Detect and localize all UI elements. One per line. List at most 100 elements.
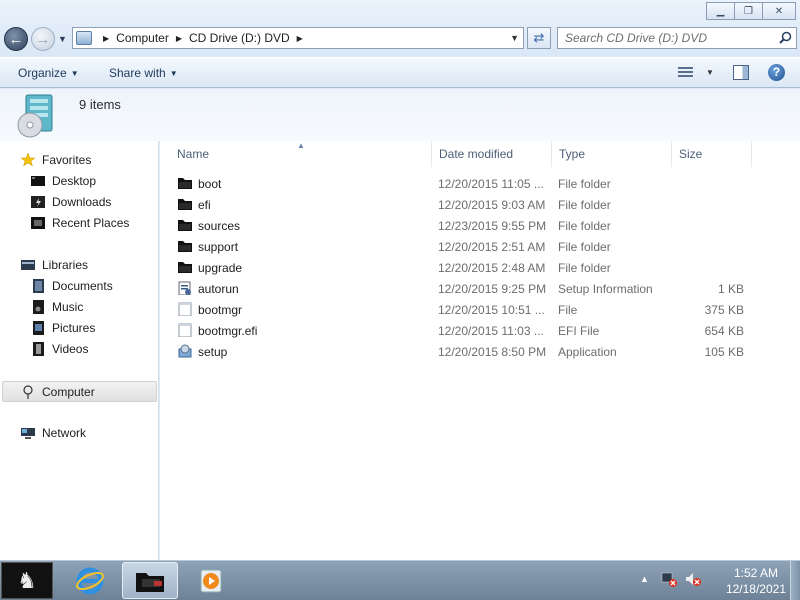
nav-libraries[interactable]: Libraries (20, 255, 88, 275)
arrow-right-icon: → (35, 30, 51, 48)
breadcrumb-computer[interactable]: Computer (116, 31, 169, 45)
file-type: Application (558, 345, 617, 359)
nav-label: Desktop (52, 174, 97, 188)
nav-downloads[interactable]: Downloads (30, 192, 111, 212)
libraries-icon (21, 260, 35, 270)
file-row[interactable]: efi 12/20/2015 9:03 AM File folder (170, 194, 780, 215)
search-box[interactable] (557, 27, 797, 49)
start-icon: ♞ (17, 567, 37, 593)
media-player-icon (200, 569, 222, 592)
column-header-size[interactable]: Size (672, 141, 752, 167)
back-button[interactable]: ← (4, 27, 28, 51)
desktop-icon (31, 176, 45, 186)
column-header-date[interactable]: Date modified (432, 141, 552, 167)
file-name: support (198, 240, 239, 254)
file-name: efi (198, 198, 211, 212)
network-status-icon[interactable] (661, 571, 677, 587)
taskbar-windows-explorer[interactable] (122, 562, 178, 599)
setup-app-icon (178, 344, 192, 358)
file-row[interactable]: boot 12/20/2015 11:05 ... File folder (170, 173, 780, 194)
nav-pictures[interactable]: Pictures (30, 318, 95, 338)
column-header-label: Size (679, 147, 703, 161)
start-button[interactable]: ♞ (1, 562, 53, 599)
nav-network[interactable]: Network (20, 423, 86, 443)
taskbar-internet-explorer[interactable] (62, 562, 118, 599)
address-dropdown-icon[interactable]: ▼ (510, 33, 519, 43)
file-type: File folder (558, 261, 611, 275)
nav-computer[interactable]: Computer (2, 381, 157, 402)
nav-videos[interactable]: Videos (30, 339, 88, 359)
pictures-icon (33, 321, 44, 335)
search-input[interactable] (558, 28, 768, 48)
file-name: upgrade (198, 261, 243, 275)
help-button[interactable]: ? (768, 64, 785, 81)
minimize-button[interactable]: ▁ (706, 2, 735, 20)
nav-label: Network (42, 426, 87, 440)
nav-documents[interactable]: Documents (30, 276, 113, 296)
file-row[interactable]: bootmgr.efi 12/20/2015 11:03 ... EFI File 6… (170, 320, 780, 341)
refresh-button[interactable]: ⇄ (527, 27, 551, 49)
nav-label: Favorites (42, 153, 92, 167)
file-type: EFI File (558, 324, 600, 338)
column-header-label: Type (559, 147, 586, 161)
volume-muted-icon[interactable] (685, 571, 701, 587)
show-hidden-icons-button[interactable]: ▲ (640, 574, 649, 584)
forward-button[interactable]: → (31, 27, 55, 51)
file-date-modified: 12/20/2015 8:50 PM (438, 345, 547, 359)
restore-button[interactable]: ❐ (734, 2, 763, 20)
file-size: 105 KB (704, 345, 744, 359)
organize-button[interactable]: Organize ▼ (18, 66, 79, 80)
nav-recent-places[interactable]: Recent Places (30, 213, 129, 233)
file-type: File folder (558, 219, 611, 233)
file-name: bootmgr (198, 303, 243, 317)
file-row[interactable]: support 12/20/2015 2:51 AM File folder (170, 236, 780, 257)
file-date-modified: 12/20/2015 11:05 ... (438, 177, 544, 191)
clock-date: 12/18/2021 (725, 582, 786, 596)
refresh-icon: ⇄ (533, 30, 545, 45)
minimize-icon: ▁ (716, 5, 725, 17)
breadcrumb-cd-drive[interactable]: CD Drive (D:) DVD (189, 31, 290, 45)
close-button[interactable]: ✕ (762, 2, 796, 20)
taskbar-media-player[interactable] (184, 562, 240, 599)
file-row[interactable]: autorun 12/20/2015 9:25 PM Setup Informati… (170, 278, 780, 299)
address-bar[interactable]: ▶ Computer ▶ CD Drive (D:) DVD ▶ ▼ (72, 27, 524, 49)
videos-icon (33, 342, 44, 356)
item-count: 9 items (79, 97, 121, 112)
nav-favorites[interactable]: Favorites (20, 150, 91, 170)
computer-location-icon (76, 31, 92, 45)
internet-explorer-icon (76, 567, 104, 594)
nav-music[interactable]: Music (30, 297, 83, 317)
navigation-pane: Favorites Desktop Downloads Recent Place… (0, 141, 159, 560)
share-with-button[interactable]: Share with ▼ (109, 66, 178, 80)
change-view-button[interactable]: ▼ (678, 67, 714, 78)
system-tray: ▲ (640, 571, 709, 587)
taskbar: ♞ ▲ 1:52 AM 12/18/2021 (0, 560, 800, 600)
file-row[interactable]: upgrade 12/20/2015 2:48 AM File folder (170, 257, 780, 278)
file-date-modified: 12/20/2015 2:48 AM (438, 261, 546, 275)
nav-desktop[interactable]: Desktop (30, 171, 96, 191)
clock[interactable]: 1:52 AM 12/18/2021 (726, 565, 786, 597)
show-desktop-button[interactable] (790, 561, 800, 600)
file-size: 654 KB (704, 324, 744, 338)
file-row[interactable]: bootmgr 12/20/2015 10:51 ... File 375 KB (170, 299, 780, 320)
breadcrumb-arrow-icon[interactable]: ▶ (103, 34, 109, 43)
preview-pane-button[interactable] (733, 65, 749, 80)
search-icon[interactable] (779, 31, 792, 44)
column-header-type[interactable]: Type (552, 141, 672, 167)
file-type: File (558, 303, 578, 317)
chevron-down-icon: ▼ (706, 68, 714, 77)
nav-label: Recent Places (52, 216, 130, 230)
close-icon: ✕ (774, 5, 784, 17)
breadcrumb-arrow-icon[interactable]: ▶ (176, 34, 182, 43)
column-header-label: Name (177, 147, 210, 161)
file-name: setup (198, 345, 228, 359)
details-header: 9 items (0, 89, 800, 141)
setup-info-icon (178, 281, 191, 295)
file-name: bootmgr.efi (198, 324, 258, 338)
file-size: 1 KB (717, 282, 744, 296)
file-row[interactable]: setup 12/20/2015 8:50 PM Application 105 KB (170, 341, 780, 362)
recent-pages-button[interactable]: ▼ (58, 34, 67, 44)
breadcrumb-arrow-icon[interactable]: ▶ (297, 34, 303, 43)
recent-places-icon (31, 217, 45, 229)
file-row[interactable]: sources 12/23/2015 9:55 PM File folder (170, 215, 780, 236)
